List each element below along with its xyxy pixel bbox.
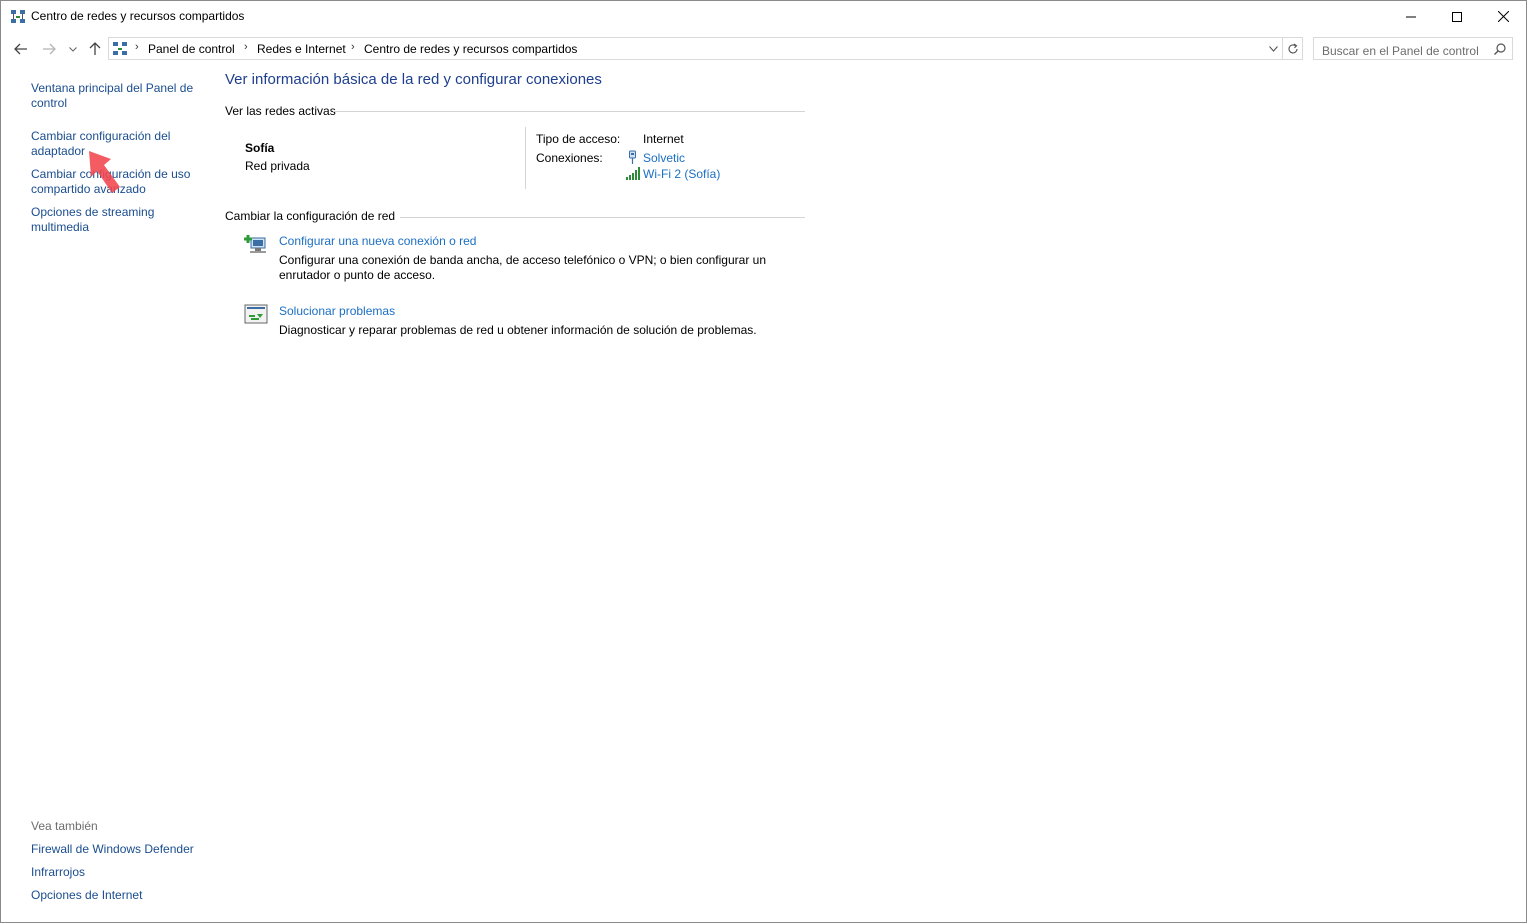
close-icon xyxy=(1497,11,1509,22)
see-also-firewall[interactable]: Firewall de Windows Defender xyxy=(31,842,201,857)
network-category: Red privada xyxy=(245,159,310,173)
see-also-heading: Vea también xyxy=(31,819,98,833)
page-title: Ver información básica de la red y confi… xyxy=(225,71,602,88)
search-input[interactable] xyxy=(1313,37,1513,60)
breadcrumb-separator-icon: › xyxy=(244,41,248,53)
connection-link-wifi[interactable]: Wi-Fi 2 (Sofía) xyxy=(643,167,720,181)
active-networks-heading: Ver las redes activas xyxy=(225,104,336,118)
back-button[interactable] xyxy=(11,36,31,62)
troubleshoot-icon xyxy=(244,304,268,324)
refresh-icon xyxy=(1288,43,1298,53)
search-icon xyxy=(1494,43,1506,55)
change-settings-heading: Cambiar la configuración de red xyxy=(225,209,396,223)
connection-link-solvetic[interactable]: Solvetic xyxy=(643,151,685,165)
up-arrow-icon xyxy=(89,42,101,55)
new-connection-icon xyxy=(244,235,266,253)
wifi-signal-icon xyxy=(626,167,640,180)
chevron-down-icon xyxy=(69,46,77,52)
see-also-internet-options[interactable]: Opciones de Internet xyxy=(31,888,201,903)
chevron-down-icon xyxy=(1268,45,1278,52)
see-also-infrared[interactable]: Infrarrojos xyxy=(31,865,201,880)
minimize-button[interactable] xyxy=(1388,1,1434,32)
task-new-connection-description: Configurar una conexión de banda ancha, … xyxy=(279,253,766,282)
title-bar: Centro de redes y recursos compartidos xyxy=(1,1,1526,32)
back-arrow-icon xyxy=(14,43,27,55)
breadcrumb-separator-icon: › xyxy=(135,41,139,53)
task-troubleshoot-link[interactable]: Solucionar problemas xyxy=(279,304,395,318)
network-name: Sofía xyxy=(245,141,275,155)
network-center-icon xyxy=(11,10,25,23)
address-bar[interactable]: › Panel de control › Redes e Internet › … xyxy=(108,37,1303,60)
sidebar-link-media-streaming[interactable]: Opciones de streaming multimedia xyxy=(31,205,201,235)
section-divider xyxy=(400,217,805,218)
task-new-connection-link[interactable]: Configurar una nueva conexión o red xyxy=(279,234,476,248)
forward-button[interactable] xyxy=(39,36,59,62)
breadcrumb-network-internet[interactable]: Redes e Internet xyxy=(257,42,346,56)
access-type-value: Internet xyxy=(643,132,684,146)
up-button[interactable] xyxy=(85,36,105,62)
breadcrumb-separator-icon: › xyxy=(351,41,355,53)
ethernet-icon xyxy=(629,150,636,164)
maximize-icon xyxy=(1452,11,1462,22)
maximize-button[interactable] xyxy=(1434,1,1480,32)
forward-arrow-icon xyxy=(43,43,56,55)
refresh-button[interactable] xyxy=(1282,38,1302,59)
window-title: Centro de redes y recursos compartidos xyxy=(31,9,245,23)
section-divider xyxy=(333,111,805,112)
network-sharing-center-window: Centro de redes y recursos compartidos ›… xyxy=(0,0,1527,923)
minimize-icon xyxy=(1406,16,1416,17)
breadcrumb-control-panel[interactable]: Panel de control xyxy=(148,42,235,56)
sidebar-link-control-panel-home[interactable]: Ventana principal del Panel de control xyxy=(31,81,201,111)
network-divider xyxy=(525,127,526,189)
control-panel-icon xyxy=(113,42,127,55)
breadcrumb-network-center[interactable]: Centro de redes y recursos compartidos xyxy=(364,42,577,56)
task-troubleshoot-description: Diagnosticar y reparar problemas de red … xyxy=(279,323,757,337)
close-button[interactable] xyxy=(1480,1,1526,32)
access-type-label: Tipo de acceso: xyxy=(536,132,621,146)
connections-label: Conexiones: xyxy=(536,151,603,165)
annotation-arrow-icon xyxy=(89,151,120,193)
recent-locations-button[interactable] xyxy=(65,36,81,62)
address-history-button[interactable] xyxy=(1266,38,1280,59)
navigation-bar: › Panel de control › Redes e Internet › … xyxy=(1,36,1526,62)
